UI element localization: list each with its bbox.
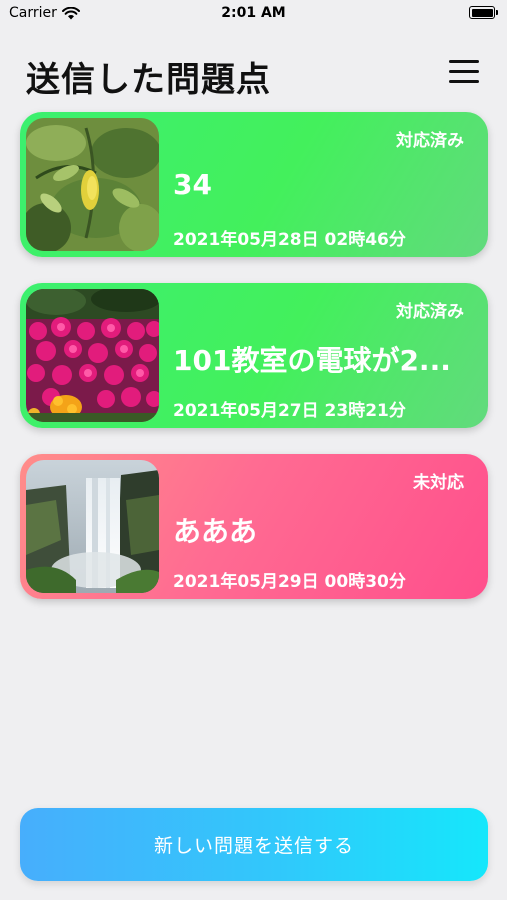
issue-title: 34 [173,168,212,201]
issue-date: 2021年05月28日 02時46分 [173,230,406,250]
issue-title: あああ [173,515,258,548]
status-badge: 対応済み [396,131,464,151]
submit-new-issue-button[interactable]: 新しい問題を送信する [20,808,488,881]
battery-icon [469,6,498,19]
issue-date: 2021年05月27日 23時21分 [173,401,406,421]
hamburger-menu-icon[interactable] [449,60,479,84]
battery-level [471,8,493,17]
status-bar: Carrier 2:01 AM [0,0,507,28]
issue-date: 2021年05月29日 00時30分 [173,572,406,592]
issue-title: 101教室の電球が2... [173,344,451,377]
lemon-tree-photo [26,118,159,251]
page-title: 送信した問題点 [26,60,271,100]
status-badge: 対応済み [396,302,464,322]
issue-card[interactable]: 対応済み 34 2021年05月28日 02時46分 [20,112,488,257]
status-badge: 未対応 [413,473,464,493]
waterfall-photo [26,460,159,593]
issue-card[interactable]: 対応済み 101教室の電球が2... 2021年05月27日 23時21分 [20,283,488,428]
issue-card[interactable]: 未対応 あああ 2021年05月29日 00時30分 [20,454,488,599]
pink-flowers-photo [26,289,159,422]
status-time: 2:01 AM [221,5,286,21]
